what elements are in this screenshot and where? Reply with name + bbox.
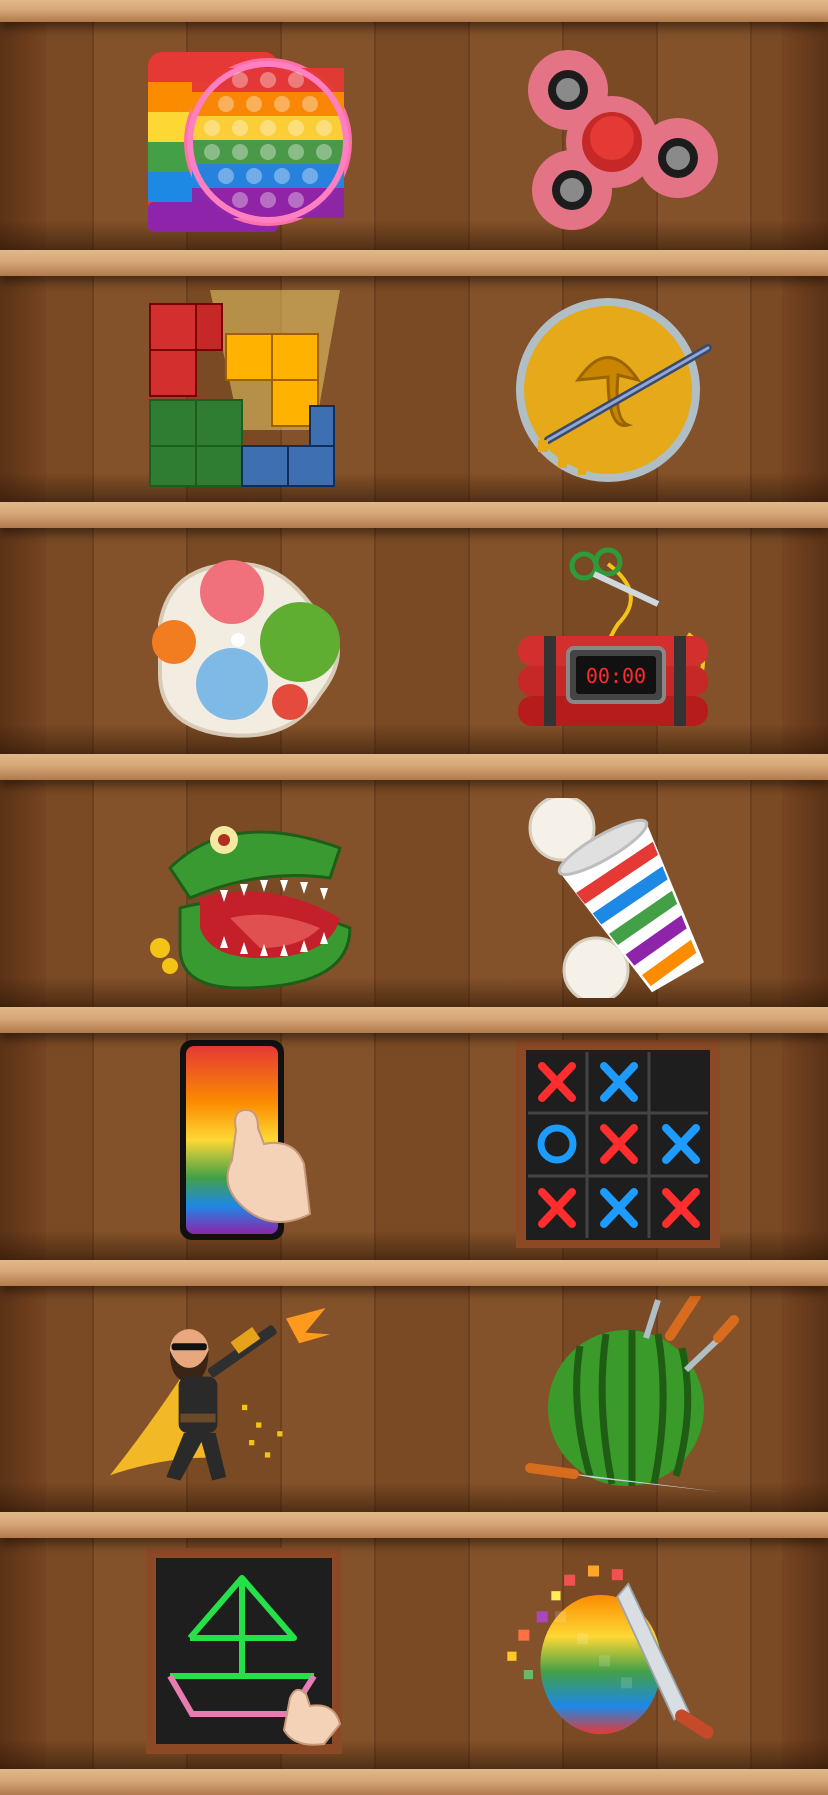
game-simple-dimple[interactable]	[140, 544, 360, 744]
cup-and-balls-icon	[528, 798, 704, 998]
time-bomb-icon: 00:00	[518, 547, 708, 726]
shooter-hero-icon	[110, 1308, 330, 1481]
game-crocodile-dentist[interactable]	[140, 798, 360, 998]
game-pop-it[interactable]	[140, 38, 360, 238]
pop-it-icon	[148, 52, 352, 232]
shelf-plank	[0, 754, 828, 780]
shelf-plank	[0, 1769, 828, 1795]
shelf-plank	[0, 1007, 828, 1033]
phone-swipe-icon	[180, 1040, 312, 1240]
line-drawing-icon	[146, 1548, 342, 1754]
honeycomb-candy-icon	[516, 298, 712, 482]
fidget-spinner-icon	[528, 50, 718, 230]
game-cup-and-balls[interactable]	[508, 798, 728, 998]
simple-dimple-icon	[152, 560, 340, 738]
game-phone-swipe[interactable]	[140, 1040, 360, 1240]
game-honeycomb-candy[interactable]	[508, 290, 728, 490]
game-block-puzzle[interactable]	[140, 290, 360, 490]
game-line-drawing[interactable]	[140, 1548, 360, 1754]
game-knife-watermelon[interactable]	[520, 1296, 740, 1496]
game-shooter-hero[interactable]	[110, 1296, 330, 1496]
game-fidget-spinner[interactable]	[508, 38, 728, 238]
game-time-bomb[interactable]: 00:00	[508, 544, 728, 744]
tic-tac-toe-icon	[516, 1040, 720, 1248]
bomb-timer-display: 00:00	[586, 664, 646, 688]
shelf-plank	[0, 250, 828, 276]
shelf-plank	[0, 502, 828, 528]
shelf-plank	[0, 1260, 828, 1286]
shelf-plank	[0, 0, 828, 22]
game-tic-tac-toe[interactable]	[508, 1040, 728, 1248]
shelf: 00:00	[0, 0, 828, 1795]
game-slice-pixels[interactable]	[500, 1548, 720, 1748]
shelf-plank	[0, 1512, 828, 1538]
crocodile-dentist-icon	[150, 826, 352, 990]
knife-watermelon-icon	[525, 1296, 739, 1492]
slice-pixels-icon	[507, 1565, 714, 1739]
block-puzzle-icon	[149, 290, 340, 487]
